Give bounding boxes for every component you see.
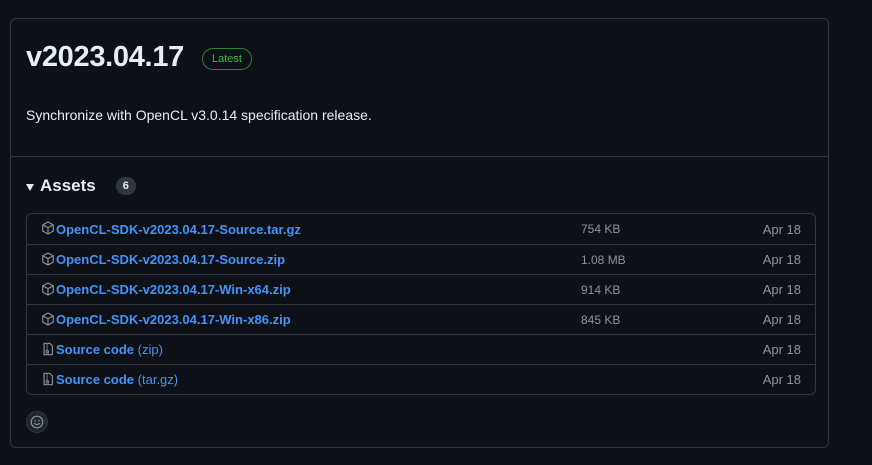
asset-date: Apr 18 xyxy=(762,282,801,297)
release-card: v2023.04.17 Latest Synchronize with Open… xyxy=(10,18,829,448)
asset-date: Apr 18 xyxy=(762,342,801,357)
assets-toggle[interactable]: Assets 6 xyxy=(26,176,136,196)
asset-size: 1.08 MB xyxy=(581,252,626,267)
asset-row: OpenCL-SDK-v2023.04.17-Source.tar.gz 754… xyxy=(27,214,815,244)
latest-badge: Latest xyxy=(201,47,252,70)
file-zip-icon xyxy=(43,342,53,356)
asset-date: Apr 18 xyxy=(762,221,801,237)
asset-link-suffix: (zip) xyxy=(137,342,163,357)
asset-link-label: Source code xyxy=(56,372,135,387)
package-icon xyxy=(42,221,54,235)
package-icon xyxy=(42,252,54,266)
asset-link[interactable]: OpenCL-SDK-v2023.04.17-Source.tar.gz xyxy=(56,222,301,237)
asset-row: OpenCL-SDK-v2023.04.17-Win-x86.zip 845 K… xyxy=(27,304,815,334)
release-version-title[interactable]: v2023.04.17 xyxy=(26,41,184,74)
source-code-tar-link[interactable]: Source code (tar.gz) xyxy=(56,372,178,387)
release-header: v2023.04.17 Latest xyxy=(26,41,252,74)
asset-link[interactable]: OpenCL-SDK-v2023.04.17-Win-x64.zip xyxy=(56,282,291,297)
asset-date: Apr 18 xyxy=(762,372,801,387)
asset-row: OpenCL-SDK-v2023.04.17-Source.zip 1.08 M… xyxy=(27,244,815,274)
asset-date: Apr 18 xyxy=(762,252,801,267)
asset-row: Source code (zip) Apr 18 xyxy=(27,334,815,364)
smiley-icon xyxy=(30,415,44,429)
asset-link[interactable]: OpenCL-SDK-v2023.04.17-Win-x86.zip xyxy=(56,312,291,327)
asset-link-suffix: (tar.gz) xyxy=(137,372,179,387)
asset-size: 914 KB xyxy=(581,282,621,297)
asset-link[interactable]: OpenCL-SDK-v2023.04.17-Source.zip xyxy=(56,252,285,267)
package-icon xyxy=(42,312,54,326)
divider xyxy=(11,156,828,157)
asset-row: OpenCL-SDK-v2023.04.17-Win-x64.zip 914 K… xyxy=(27,274,815,304)
asset-row: Source code (tar.gz) Apr 18 xyxy=(27,364,815,394)
file-zip-icon xyxy=(43,372,53,386)
add-reaction-button[interactable] xyxy=(26,411,48,433)
release-description: Synchronize with OpenCL v3.0.14 specific… xyxy=(26,107,372,123)
asset-link-label: Source code xyxy=(56,342,135,357)
asset-date: Apr 18 xyxy=(762,312,801,327)
triangle-down-icon xyxy=(26,183,34,191)
assets-title: Assets xyxy=(40,176,96,195)
source-code-zip-link[interactable]: Source code (zip) xyxy=(56,342,163,357)
package-icon xyxy=(42,282,54,296)
asset-size: 754 KB xyxy=(581,222,621,236)
asset-size: 845 KB xyxy=(581,312,621,327)
assets-list: OpenCL-SDK-v2023.04.17-Source.tar.gz 754… xyxy=(26,213,816,395)
assets-count-badge: 6 xyxy=(115,177,136,195)
